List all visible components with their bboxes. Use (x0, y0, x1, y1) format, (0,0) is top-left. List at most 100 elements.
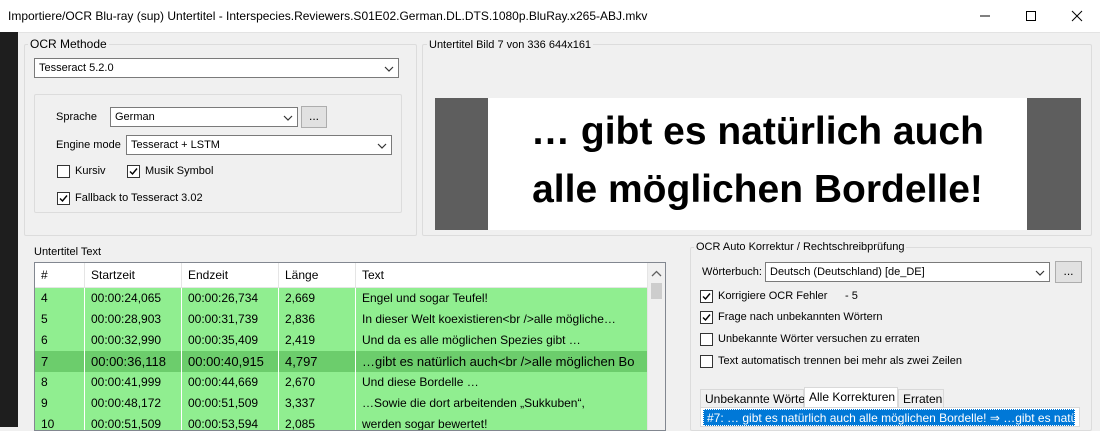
music-symbol-checkbox[interactable] (127, 165, 140, 178)
cell-duration: 2,419 (279, 330, 356, 351)
subtitle-bitmap: … gibt es natürlich auch alle möglichen … (488, 98, 1027, 230)
cell-start: 00:00:28,903 (85, 309, 182, 330)
italic-label: Kursiv (75, 165, 106, 177)
ask-unknown-checkbox[interactable] (700, 311, 713, 324)
ocr-method-select[interactable]: Tesseract 5.2.0 (34, 58, 399, 78)
cell-text: Und diese Bordelle … (356, 372, 650, 393)
col-text[interactable]: Text (356, 263, 650, 287)
cell-number: 10 (35, 414, 85, 430)
cell-end: 00:00:44,669 (182, 372, 279, 393)
engine-mode-label: Engine mode (56, 139, 121, 151)
cell-number: 7 (35, 351, 85, 372)
cell-end: 00:00:51,509 (182, 393, 279, 414)
subtitle-table[interactable]: # Startzeit Endzeit Länge Text 4 00:00:24… (34, 262, 666, 431)
col-start[interactable]: Startzeit (85, 263, 182, 287)
table-row[interactable]: 10 00:00:51,509 00:00:53,594 2,085 werden so… (35, 414, 650, 430)
chevron-down-icon (377, 143, 387, 149)
close-button[interactable] (1054, 0, 1100, 32)
cell-duration: 4,797 (279, 351, 356, 372)
cell-text: In dieser Welt koexistieren<br />alle mö… (356, 309, 650, 330)
engine-mode-select[interactable]: Tesseract + LSTM (126, 135, 392, 155)
italic-checkbox[interactable] (57, 165, 70, 178)
cell-text: …Sowie die dort arbeitenden „Sukkuben“, (356, 393, 650, 414)
check-icon (702, 314, 711, 322)
cell-duration: 3,337 (279, 393, 356, 414)
fallback-label: Fallback to Tesseract 3.02 (75, 192, 203, 204)
preview-line-1: … gibt es natürlich auch (531, 110, 984, 153)
ocr-import-window: OCR Methode Tesseract 5.2.0 Sprache Germ… (18, 33, 1100, 431)
cell-number: 4 (35, 288, 85, 309)
auto-break-label: Text automatisch trennen bei mehr als zw… (718, 355, 962, 367)
maximize-icon (1026, 11, 1036, 21)
fix-ocr-label: Korrigiere OCR Fehler (718, 290, 828, 302)
subtitle-image-preview: … gibt es natürlich auch alle möglichen … (435, 98, 1081, 230)
subtitle-text-label: Untertitel Text (32, 246, 104, 258)
guess-unknown-checkbox[interactable] (700, 333, 713, 346)
guess-unknown-label: Unbekannte Wörter versuchen zu erraten (718, 333, 920, 345)
table-scrollbar[interactable] (647, 263, 665, 430)
cell-duration: 2,670 (279, 372, 356, 393)
table-header: # Startzeit Endzeit Länge Text (35, 263, 650, 288)
check-icon (129, 168, 138, 176)
cell-duration: 2,669 (279, 288, 356, 309)
cell-number: 9 (35, 393, 85, 414)
minimize-icon (980, 15, 990, 17)
cell-number: 6 (35, 330, 85, 351)
table-row[interactable]: 4 00:00:24,065 00:00:26,734 2,669 Engel und … (35, 288, 650, 310)
background-window-edge (0, 32, 18, 427)
correction-tabs: Unbekannte Wörter Alle Korrekturen Errat… (700, 387, 1080, 407)
fix-ocr-count: - 5 (845, 290, 858, 302)
corrections-list[interactable]: #7: … gibt es natürlich auch alle möglic… (700, 407, 1080, 427)
table-row[interactable]: 5 00:00:28,903 00:00:31,739 2,836 In dieser … (35, 309, 650, 331)
cell-start: 00:00:48,172 (85, 393, 182, 414)
cell-end: 00:00:31,739 (182, 309, 279, 330)
fallback-checkbox[interactable] (57, 192, 70, 205)
language-label: Sprache (56, 111, 97, 123)
engine-mode-value: Tesseract + LSTM (131, 139, 220, 151)
dictionary-label: Wörterbuch: (702, 266, 762, 278)
auto-correct-label: OCR Auto Korrektur / Rechtschreibprüfung (694, 241, 907, 253)
cell-end: 00:00:26,734 (182, 288, 279, 309)
music-symbol-label: Musik Symbol (145, 165, 214, 177)
minimize-button[interactable] (962, 0, 1008, 32)
table-row[interactable]: 6 00:00:32,990 00:00:35,409 2,419 Und da es … (35, 330, 650, 352)
tab-all-corrections[interactable]: Alle Korrekturen (804, 387, 898, 407)
tab-unknown-words[interactable]: Unbekannte Wörter (700, 389, 809, 407)
cell-number: 8 (35, 372, 85, 393)
title-bar: Importiere/OCR Blu-ray (sup) Untertitel … (0, 0, 1100, 33)
auto-break-checkbox[interactable] (700, 355, 713, 368)
table-row[interactable]: 7 00:00:36,118 00:00:40,915 4,797 …gibt es n… (35, 351, 650, 373)
cell-end: 00:00:53,594 (182, 414, 279, 430)
fix-ocr-checkbox[interactable] (700, 290, 713, 303)
col-number[interactable]: # (35, 263, 85, 287)
col-end[interactable]: Endzeit (182, 263, 279, 287)
check-icon (702, 293, 711, 301)
ocr-method-label: OCR Methode (28, 37, 109, 51)
window-title: Importiere/OCR Blu-ray (sup) Untertitel … (8, 9, 648, 23)
chevron-down-icon (384, 66, 394, 72)
tab-guesses[interactable]: Erraten (898, 389, 944, 407)
dictionary-value: Deutsch (Deutschland) [de_DE] (770, 266, 925, 278)
cell-start: 00:00:41,999 (85, 372, 182, 393)
maximize-button[interactable] (1008, 0, 1054, 32)
correction-item[interactable]: #7: … gibt es natürlich auch alle möglic… (703, 409, 1075, 426)
ocr-method-value: Tesseract 5.2.0 (39, 62, 114, 74)
table-row[interactable]: 8 00:00:41,999 00:00:44,669 2,670 Und diese … (35, 372, 650, 394)
chevron-down-icon (1035, 270, 1045, 276)
cell-end: 00:00:40,915 (182, 351, 279, 372)
dictionary-select[interactable]: Deutsch (Deutschland) [de_DE] (765, 262, 1050, 282)
cell-start: 00:00:36,118 (85, 351, 182, 372)
cell-end: 00:00:35,409 (182, 330, 279, 351)
close-icon (1071, 10, 1083, 22)
preview-label: Untertitel Bild 7 von 336 644x161 (427, 39, 594, 51)
cell-start: 00:00:51,509 (85, 414, 182, 430)
dictionary-browse-button[interactable]: ... (1055, 261, 1082, 283)
ask-unknown-label: Frage nach unbekannten Wörtern (718, 311, 883, 323)
cell-text: Engel und sogar Teufel! (356, 288, 650, 309)
col-duration[interactable]: Länge (279, 263, 356, 287)
scrollbar-thumb[interactable] (651, 283, 662, 299)
table-row[interactable]: 9 00:00:48,172 00:00:51,509 3,337 …Sowie die… (35, 393, 650, 415)
cell-start: 00:00:24,065 (85, 288, 182, 309)
language-browse-button[interactable]: ... (301, 106, 327, 128)
language-select[interactable]: German (110, 107, 298, 127)
